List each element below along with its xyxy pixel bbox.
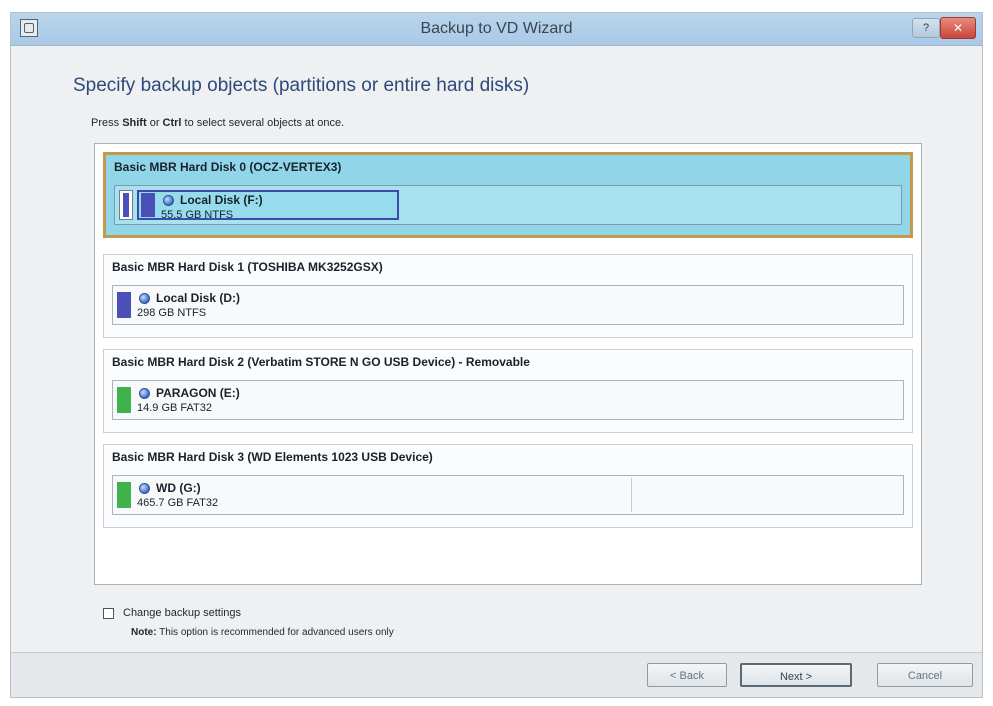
instruction-key-shift: Shift: [122, 117, 147, 129]
disk-item-0[interactable]: Basic MBR Hard Disk 0 (OCZ-VERTEX3) Loca…: [103, 152, 913, 238]
partition-name: WD (G:): [156, 481, 201, 495]
settings-note: Note: This option is recommended for adv…: [131, 627, 394, 638]
disk-header: Basic MBR Hard Disk 1 (TOSHIBA MK3252GSX…: [112, 260, 383, 274]
note-text: This option is recommended for advanced …: [156, 627, 394, 638]
disk-list: Basic MBR Hard Disk 0 (OCZ-VERTEX3) Loca…: [94, 143, 922, 585]
drive-icon: [163, 195, 174, 206]
instruction-text: Press Shift or Ctrl to select several ob…: [91, 117, 344, 129]
partition-name: Local Disk (F:): [180, 193, 263, 207]
partition-size: 298 GB NTFS: [137, 307, 207, 319]
partition-usage-bar: [117, 482, 131, 508]
partition-local-disk-d[interactable]: Local Disk (D:) 298 GB NTFS: [115, 290, 905, 320]
wizard-window: Backup to VD Wizard ? ✕ Specify backup o…: [10, 12, 983, 698]
partition-name: PARAGON (E:): [156, 386, 240, 400]
change-backup-settings-checkbox[interactable]: [103, 608, 114, 619]
system-reserved-partition[interactable]: [119, 190, 133, 220]
page-heading: Specify backup objects (partitions or en…: [73, 75, 530, 96]
partition-usage-bar: [141, 193, 155, 217]
disk-header: Basic MBR Hard Disk 2 (Verbatim STORE N …: [112, 355, 530, 369]
instruction-suffix: to select several objects at once.: [181, 117, 345, 129]
change-backup-settings-label[interactable]: Change backup settings: [123, 607, 241, 619]
disk-map: Local Disk (D:) 298 GB NTFS: [112, 285, 904, 325]
instruction-key-ctrl: Ctrl: [162, 117, 182, 129]
disk-map: WD (G:) 465.7 GB FAT32: [112, 475, 904, 515]
drive-icon: [139, 293, 150, 304]
disk-item-1[interactable]: Basic MBR Hard Disk 1 (TOSHIBA MK3252GSX…: [103, 254, 913, 338]
partition-paragon-e[interactable]: PARAGON (E:) 14.9 GB FAT32: [115, 385, 905, 415]
instruction-prefix: Press: [91, 117, 123, 129]
next-button[interactable]: Next >: [740, 663, 852, 687]
button-bar: < Back Next > Cancel: [11, 652, 982, 697]
disk-item-3[interactable]: Basic MBR Hard Disk 3 (WD Elements 1023 …: [103, 444, 913, 528]
partition-size: 55.5 GB NTFS: [161, 209, 234, 221]
disk-header: Basic MBR Hard Disk 3 (WD Elements 1023 …: [112, 450, 433, 464]
disk-item-2[interactable]: Basic MBR Hard Disk 2 (Verbatim STORE N …: [103, 349, 913, 433]
disk-map: PARAGON (E:) 14.9 GB FAT32: [112, 380, 904, 420]
note-label: Note:: [131, 627, 157, 638]
partition-local-disk-f[interactable]: Local Disk (F:) 55.5 GB NTFS: [137, 190, 399, 221]
cancel-button[interactable]: Cancel: [877, 663, 973, 687]
window-title: Backup to VD Wizard: [420, 20, 573, 37]
help-button[interactable]: ?: [912, 18, 940, 38]
partition-name: Local Disk (D:): [156, 291, 241, 305]
disk-header: Basic MBR Hard Disk 0 (OCZ-VERTEX3): [114, 160, 342, 174]
partition-size: 14.9 GB FAT32: [137, 402, 213, 414]
close-button[interactable]: ✕: [940, 17, 976, 39]
drive-icon: [139, 388, 150, 399]
partition-usage-bar: [117, 387, 131, 413]
partition-size: 465.7 GB FAT32: [137, 497, 219, 509]
back-button[interactable]: < Back: [647, 663, 727, 687]
disk-map: Local Disk (F:) 55.5 GB NTFS: [114, 185, 902, 225]
partition-usage-bar: [117, 292, 131, 318]
drive-icon: [139, 483, 150, 494]
partition-wd-g[interactable]: WD (G:) 465.7 GB FAT32: [115, 480, 625, 510]
instruction-middle: or: [146, 117, 163, 129]
title-bar: Backup to VD Wizard ? ✕: [11, 13, 982, 46]
unallocated-space[interactable]: [631, 478, 901, 512]
